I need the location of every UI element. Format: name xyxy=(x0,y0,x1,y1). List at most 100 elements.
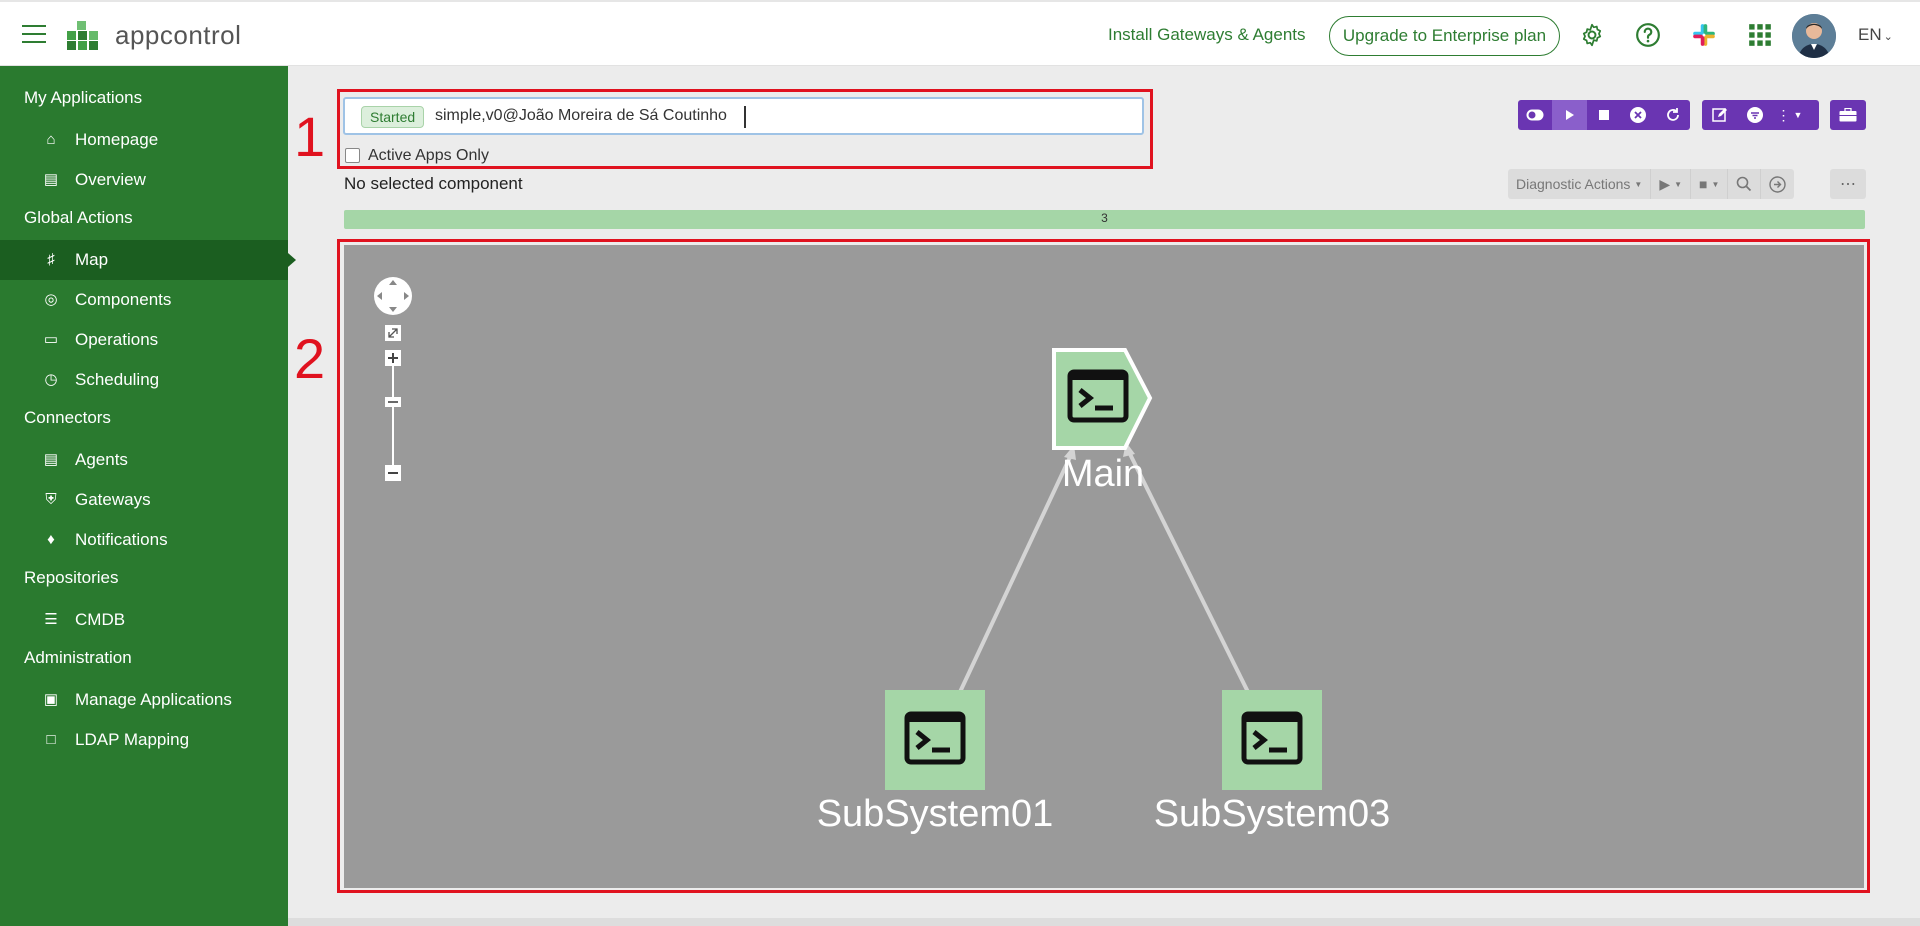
node-label-subsystem03: SubSystem03 xyxy=(1153,793,1391,835)
settings-gear-icon[interactable] xyxy=(1579,22,1605,48)
sidebar-item-label: Homepage xyxy=(75,130,159,149)
sidebar-item-map[interactable]: ♯ Map xyxy=(0,240,296,280)
annotation-number-1: 1 xyxy=(294,105,326,168)
sidebar-item-overview[interactable]: ▤ Overview xyxy=(0,160,288,200)
sidebar-item-scheduling[interactable]: ◷ Scheduling xyxy=(0,360,288,400)
sidebar-item-label: Manage Applications xyxy=(75,690,232,709)
annotation-number-2: 2 xyxy=(294,327,326,390)
restart-icon[interactable] xyxy=(1656,100,1690,130)
start-icon[interactable] xyxy=(1552,100,1587,130)
sidebar-item-label: Gateways xyxy=(75,490,151,509)
shield-icon: ⛨ xyxy=(45,491,57,508)
install-gateways-agents-link[interactable]: Install Gateways & Agents xyxy=(1108,25,1306,45)
home-icon: ⌂ xyxy=(46,131,56,148)
sidebar-item-agents[interactable]: ▤ Agents xyxy=(0,440,288,480)
database-icon: ☰ xyxy=(44,611,58,628)
sidebar-item-cmdb[interactable]: ☰ CMDB xyxy=(0,600,288,640)
edit-button-group: ⋮ ▼ xyxy=(1702,100,1819,130)
search-value: simple,v0@João Moreira de Sá Coutinho xyxy=(435,107,727,124)
briefcase-icon xyxy=(1830,100,1865,130)
active-apps-only-checkbox[interactable] xyxy=(345,148,360,163)
appcontrol-logo-icon xyxy=(67,21,98,50)
app-control-button-group xyxy=(1518,100,1690,130)
slack-icon[interactable] xyxy=(1691,22,1717,48)
application-progress-bar: 3 xyxy=(344,210,1865,229)
toggle-icon[interactable] xyxy=(1518,100,1552,130)
selection-status: No selected component xyxy=(344,174,523,193)
alarm-icon: ◷ xyxy=(44,371,58,388)
application-search-input[interactable]: Started simple,v0@João Moreira de Sá Cou… xyxy=(343,97,1144,135)
node-label-main: Main xyxy=(1061,453,1145,495)
sidebar-item-label: Agents xyxy=(75,450,128,469)
node-label-subsystem01: SubSystem01 xyxy=(816,793,1054,835)
help-icon[interactable] xyxy=(1635,22,1661,48)
sidebar-item-label: Notifications xyxy=(75,530,168,549)
caret-down-icon: ▼ xyxy=(1674,179,1683,189)
status-badge: Started xyxy=(361,106,425,128)
stop-icon[interactable] xyxy=(1587,100,1621,130)
filter-icon[interactable] xyxy=(1737,100,1772,130)
cancel-icon[interactable] xyxy=(1621,100,1655,130)
globe-icon: ◎ xyxy=(44,291,58,308)
user-cog-icon: ▣ xyxy=(43,691,59,708)
sidebar-item-label: LDAP Mapping xyxy=(75,730,190,749)
sidebar-item-label: CMDB xyxy=(75,610,126,629)
annotation-box-2 xyxy=(337,239,1870,893)
active-apps-only-label: Active Apps Only xyxy=(368,147,489,164)
app-name: appcontrol xyxy=(115,20,242,50)
caret-down-icon: ▼ xyxy=(1634,179,1643,189)
diagnostic-actions-label: Diagnostic Actions xyxy=(1516,176,1631,192)
bottom-scrollbar[interactable] xyxy=(288,918,1920,926)
arrow-circle-icon[interactable] xyxy=(1761,169,1794,199)
sidebar-item-gateways[interactable]: ⛨ Gateways xyxy=(0,480,288,520)
list-icon: ▤ xyxy=(43,171,59,188)
diagnostic-actions-dropdown[interactable]: Diagnostic Actions ▼ xyxy=(1508,169,1652,199)
map-node-subsystem03[interactable] xyxy=(1222,690,1322,790)
section-administration: Administration xyxy=(24,648,132,667)
search-icon[interactable] xyxy=(1728,169,1762,199)
inbox-icon: ▭ xyxy=(43,331,59,348)
sidebar-item-label: Overview xyxy=(75,170,146,189)
diag-start-dropdown[interactable]: ▶ ▼ xyxy=(1651,169,1692,199)
sidebar-item-label: Operations xyxy=(75,330,159,349)
language-selector[interactable]: EN ⌄ xyxy=(1858,25,1893,45)
briefcase-button[interactable] xyxy=(1830,100,1866,130)
sidebar-item-components[interactable]: ◎ Components xyxy=(0,280,288,320)
caret-down-icon: ▼ xyxy=(1711,179,1720,189)
map-node-subsystem01[interactable] xyxy=(885,690,985,790)
sitemap-icon: ♯ xyxy=(47,251,55,268)
folder-icon: □ xyxy=(46,731,56,748)
sidebar-item-notifications[interactable]: ♦ Notifications xyxy=(0,520,288,560)
upgrade-enterprise-button[interactable]: Upgrade to Enterprise plan xyxy=(1329,16,1560,56)
sidebar-item-ldap-mapping[interactable]: □ LDAP Mapping xyxy=(0,720,288,760)
chevron-down-icon: ⌄ xyxy=(1883,31,1893,43)
progress-label: 3 xyxy=(1101,211,1108,225)
bell-icon: ♦ xyxy=(47,531,55,548)
top-bar: appcontrol Install Gateways & Agents Upg… xyxy=(0,0,1920,66)
stop-square-icon: ■ xyxy=(1699,176,1708,192)
sidebar-item-label: Map xyxy=(75,250,109,269)
text-caret xyxy=(744,106,746,128)
map-zoom-control[interactable] xyxy=(372,274,414,484)
edit-icon[interactable] xyxy=(1702,100,1737,130)
sidebar-item-operations[interactable]: ▭ Operations xyxy=(0,320,288,360)
more-options-icon[interactable]: ⋮ ▼ xyxy=(1772,100,1807,130)
map-node-main[interactable] xyxy=(1051,347,1153,451)
section-global-actions: Global Actions xyxy=(24,208,133,227)
server-icon: ▤ xyxy=(43,451,59,468)
sidebar-item-manage-applications[interactable]: ▣ Manage Applications xyxy=(0,680,288,720)
diag-stop-dropdown[interactable]: ■ ▼ xyxy=(1691,169,1729,199)
more-horizontal-button[interactable]: ⋯ xyxy=(1830,169,1866,199)
section-connectors: Connectors xyxy=(24,408,111,427)
language-label: EN xyxy=(1858,25,1882,44)
sidebar-item-homepage[interactable]: ⌂ Homepage xyxy=(0,120,288,160)
sidebar: My Applications ⌂ Homepage ▤ Overview Gl… xyxy=(0,66,296,926)
play-icon: ▶ xyxy=(1659,175,1671,192)
user-avatar[interactable] xyxy=(1792,14,1836,58)
sidebar-item-label: Scheduling xyxy=(75,370,160,389)
diagnostic-toolbar: Diagnostic Actions ▼ ▶ ▼ ■ ▼ xyxy=(1508,169,1795,199)
menu-icon[interactable] xyxy=(22,25,46,43)
apps-grid-icon[interactable] xyxy=(1747,22,1773,48)
section-repositories: Repositories xyxy=(24,568,119,587)
section-my-applications: My Applications xyxy=(24,88,143,107)
